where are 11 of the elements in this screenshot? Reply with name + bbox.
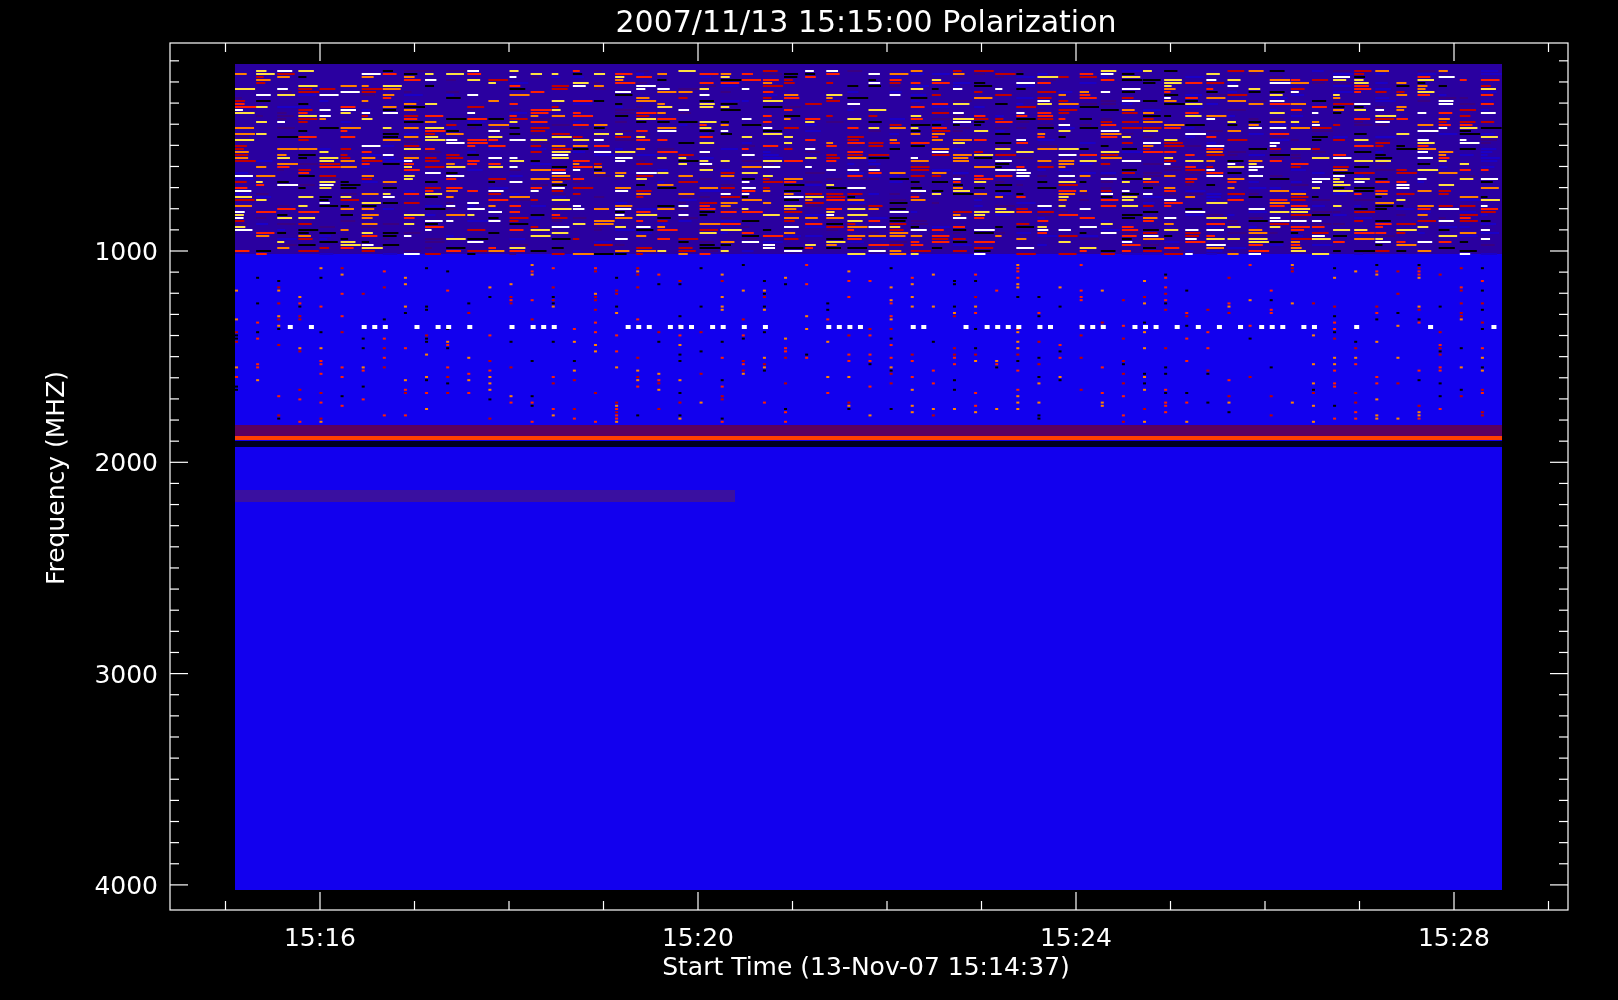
- y-axis-label: Frequency (MHZ): [41, 370, 70, 586]
- y-tick-label: 1000: [94, 237, 158, 266]
- y-tick-label: 4000: [94, 870, 158, 900]
- x-tick-label: 15:24: [1040, 923, 1112, 952]
- x-tick-label: 15:20: [662, 923, 734, 952]
- x-tick-label: 15:16: [284, 923, 356, 952]
- y-tick-label: 2000: [94, 448, 158, 478]
- y-tick-label: 3000: [94, 659, 158, 689]
- x-tick-label: 15:28: [1418, 923, 1490, 952]
- x-axis-label: Start Time (13-Nov-07 15:14:37): [662, 952, 1070, 981]
- plot-title: 2007/11/13 15:15:00 Polarization: [615, 4, 1117, 39]
